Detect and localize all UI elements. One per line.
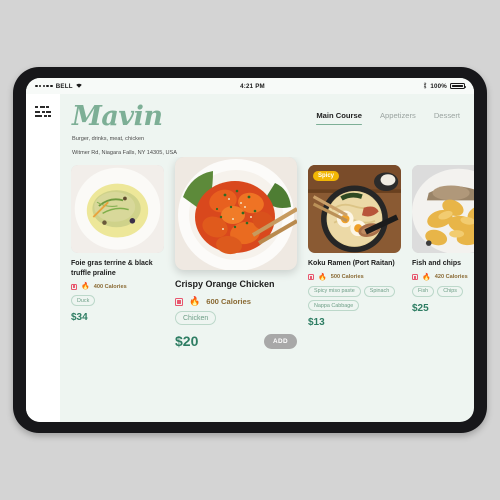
status-bar-right: 100% [423,81,467,91]
spice-indicator-icon [175,297,183,306]
hamburger-menu-icon[interactable] [34,106,52,118]
tab-dessert[interactable]: Dessert [434,111,460,125]
carrier-label: BELL [55,82,73,90]
dish-price: $34 [71,312,88,324]
dish-tag[interactable]: Chicken [175,311,217,326]
dish-tag[interactable]: Spicy miso paste [308,285,361,297]
dish-calories: 500 Calories [330,274,364,281]
dish-title: Fish and chips [412,260,462,268]
app-body: Mavin Burger, drinks, meat, chicken Witm… [26,94,474,422]
dish-price-row: $13 [308,317,401,328]
tablet-screen: BELL 4:21 PM 100% Mavin Burger, drinks, … [26,78,474,422]
app-content: Mavin Burger, drinks, meat, chicken Witm… [60,94,474,422]
dish-image-fish-and-chips [412,165,474,254]
battery-icon [450,82,467,90]
signal-strength-icon [35,84,53,88]
dish-calorie-row: 🔥 420 Calories [412,274,474,281]
tab-appetizers[interactable]: Appetizers [380,111,416,125]
dish-tag[interactable]: Fish [412,285,435,297]
dish-tags: Duck [71,295,164,307]
restaurant-categories: Burger, drinks, meat, chicken [72,136,145,142]
dish-title: Koku Ramen (Port Raitan) [308,260,395,268]
tablet-device-frame: BELL 4:21 PM 100% Mavin Burger, drinks, … [13,67,487,433]
menu-items-rail[interactable]: Foie gras terrine & black truffle pralin… [60,157,474,422]
dish-calories: 420 Calories [434,274,468,281]
dish-price-row: $34 [71,312,164,323]
dish-calorie-row: 🔥 500 Calories [308,274,401,281]
dish-calorie-row: 🔥 600 Calories [175,297,297,306]
status-bar-clock: 4:21 PM [240,82,265,90]
screenshot-stage: BELL 4:21 PM 100% Mavin Burger, drinks, … [0,0,500,500]
tab-main-course-label: Main Course [316,111,362,120]
status-bar: BELL 4:21 PM 100% [26,78,474,94]
status-bar-left: BELL [35,83,82,90]
dish-price: $25 [412,302,429,314]
flame-icon: 🔥 [81,283,90,291]
dish-calories: 400 Calories [93,283,127,290]
dish-tag[interactable]: Chips [437,285,463,297]
restaurant-identity: Mavin Burger, drinks, meat, chicken Witm… [72,103,177,157]
dish-price: $20 [175,333,199,350]
dish-calories: 600 Calories [206,297,251,307]
tab-dessert-label: Dessert [433,111,460,120]
dish-price-row: $25 [412,303,474,314]
spicy-badge: Spicy [313,171,340,182]
dish-price: $13 [308,317,325,329]
dish-calorie-row: 🔥 400 Calories [71,283,164,290]
tab-underline-placeholder [380,124,416,125]
spice-indicator-icon [71,283,77,290]
category-tabs: Main Course Appetizers Dessert [316,103,460,126]
spice-indicator-icon [412,274,418,281]
flame-icon: 🔥 [422,273,431,281]
brand-logo-text: Mavin [72,101,163,132]
dish-title: Foie gras terrine & black truffle pralin… [71,260,153,277]
tab-active-underline [316,124,362,126]
menu-card-fish-and-chips[interactable]: Fish and chips 🔥 420 Calories Fish Chips [412,165,474,314]
dish-image-foie-gras [71,165,164,254]
dish-tag[interactable]: Nappa Cabbage [308,299,360,312]
spice-indicator-icon [308,274,314,281]
dish-tags: Chicken [175,311,297,326]
dish-image-koku-ramen: Spicy [308,165,401,254]
dish-tag[interactable]: Duck [71,295,96,307]
flame-icon: 🔥 [189,296,201,307]
restaurant-address: Witmer Rd, Niagara Falls, NY 14305, USA [72,149,177,156]
battery-percent-label: 100% [430,82,447,90]
dish-tags: Spicy miso paste Spinach Nappa Cabbage [308,285,401,312]
menu-card-koku-ramen[interactable]: Spicy Koku Ramen (Port Raitan) 🔥 500 Cal… [308,165,401,328]
dish-price-row: $20 ADD [175,333,297,349]
bluetooth-icon [423,81,427,91]
dish-tag[interactable]: Spinach [363,285,396,297]
menu-card-foie-gras[interactable]: Foie gras terrine & black truffle pralin… [71,165,164,323]
dish-tags: Fish Chips [412,285,474,297]
menu-card-crispy-orange-chicken[interactable]: Crispy Orange Chicken 🔥 600 Calories Chi… [175,157,297,349]
flame-icon: 🔥 [318,273,327,281]
top-navigation: Mavin Burger, drinks, meat, chicken Witm… [60,94,474,157]
tab-underline-placeholder [434,124,460,125]
dish-image-orange-chicken [175,157,297,271]
tab-main-course[interactable]: Main Course [316,111,362,126]
add-to-cart-button[interactable]: ADD [263,333,297,349]
app-sidebar [26,94,60,422]
dish-title: Crispy Orange Chicken [175,279,275,290]
tab-appetizers-label: Appetizers [379,111,416,120]
